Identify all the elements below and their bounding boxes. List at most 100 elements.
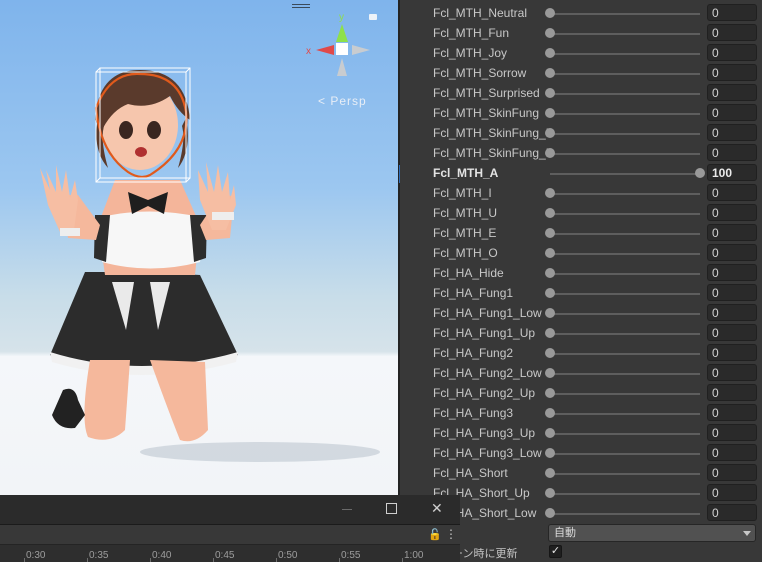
blendshape-value-field[interactable]: 0 xyxy=(707,284,757,301)
timeline-ruler[interactable]: 0:30 0:35 0:40 0:45 0:50 0:55 1:00 xyxy=(0,544,460,562)
blendshape-value-field[interactable]: 0 xyxy=(707,204,757,221)
timeline-tick xyxy=(402,558,403,562)
blendshape-value-field[interactable]: 0 xyxy=(707,84,757,101)
timeline-tick-label: 0:40 xyxy=(152,550,172,561)
maximize-icon[interactable] xyxy=(386,503,397,514)
blendshape-slider[interactable] xyxy=(550,193,700,195)
slider-thumb[interactable] xyxy=(545,308,555,318)
minimize-icon[interactable] xyxy=(342,509,352,510)
blendshape-value-field[interactable]: 0 xyxy=(707,444,757,461)
blendshape-row: Fcl_MTH_SkinFung_R 0 xyxy=(400,143,762,163)
blendshape-slider[interactable] xyxy=(550,293,700,295)
blendshape-row: Fcl_HA_Fung1_Low 0 xyxy=(400,303,762,323)
blendshape-slider[interactable] xyxy=(550,53,700,55)
blendshape-value-field[interactable]: 0 xyxy=(707,224,757,241)
blendshape-row: Fcl_HA_Short 0 xyxy=(400,463,762,483)
slider-thumb[interactable] xyxy=(545,208,555,218)
blendshape-slider[interactable] xyxy=(550,373,700,375)
blendshape-value-field[interactable]: 0 xyxy=(707,424,757,441)
blendshape-slider[interactable] xyxy=(550,33,700,35)
slider-thumb[interactable] xyxy=(545,68,555,78)
update-mode-dropdown[interactable]: 自動 xyxy=(548,524,756,542)
blendshape-value-field[interactable]: 0 xyxy=(707,364,757,381)
blendshape-row: Fcl_HA_Fung3_Up 0 xyxy=(400,423,762,443)
slider-thumb[interactable] xyxy=(545,248,555,258)
blendshape-slider[interactable] xyxy=(550,493,700,495)
blendshape-slider[interactable] xyxy=(550,233,700,235)
blendshape-value-field[interactable]: 0 xyxy=(707,4,757,21)
scene-view[interactable]: y x < Persp xyxy=(0,0,398,495)
blendshape-slider[interactable] xyxy=(550,93,700,95)
blendshape-name: Fcl_MTH_Surprised xyxy=(433,86,540,100)
slider-thumb[interactable] xyxy=(545,508,555,518)
slider-thumb[interactable] xyxy=(545,88,555,98)
blendshape-value-field[interactable]: 0 xyxy=(707,504,757,521)
lock-icon[interactable] xyxy=(369,14,377,20)
kebab-menu-icon[interactable]: ⋮ xyxy=(445,527,457,541)
slider-thumb[interactable] xyxy=(545,388,555,398)
blendshape-value-field[interactable]: 0 xyxy=(707,24,757,41)
blendshape-value-field[interactable]: 0 xyxy=(707,304,757,321)
slider-thumb[interactable] xyxy=(545,428,555,438)
blendshape-slider[interactable] xyxy=(550,433,700,435)
blendshape-slider[interactable] xyxy=(550,313,700,315)
blendshape-slider[interactable] xyxy=(550,333,700,335)
slider-thumb[interactable] xyxy=(545,288,555,298)
slider-thumb[interactable] xyxy=(545,488,555,498)
blendshape-value-field[interactable]: 0 xyxy=(707,184,757,201)
blendshape-value-field[interactable]: 0 xyxy=(707,384,757,401)
blendshape-slider[interactable] xyxy=(550,273,700,275)
blendshape-slider[interactable] xyxy=(550,173,700,175)
blendshape-slider[interactable] xyxy=(550,353,700,355)
blendshape-value-field[interactable]: 0 xyxy=(707,64,757,81)
hamburger-icon[interactable] xyxy=(292,4,310,12)
blendshape-slider[interactable] xyxy=(550,393,700,395)
blendshape-value-field[interactable]: 0 xyxy=(707,324,757,341)
slider-thumb[interactable] xyxy=(545,108,555,118)
blendshape-value-field[interactable]: 0 xyxy=(707,144,757,161)
blendshape-slider[interactable] xyxy=(550,133,700,135)
blendshape-value-field[interactable]: 0 xyxy=(707,464,757,481)
blendshape-value-field[interactable]: 0 xyxy=(707,244,757,261)
orientation-gizmo[interactable]: y x xyxy=(0,0,398,495)
slider-thumb[interactable] xyxy=(545,448,555,458)
slider-thumb[interactable] xyxy=(695,168,705,178)
blendshape-value-field[interactable]: 0 xyxy=(707,44,757,61)
blendshape-slider[interactable] xyxy=(550,113,700,115)
blendshape-value-field[interactable]: 0 xyxy=(707,264,757,281)
slider-thumb[interactable] xyxy=(545,408,555,418)
slider-thumb[interactable] xyxy=(545,468,555,478)
blendshape-slider[interactable] xyxy=(550,453,700,455)
close-icon[interactable]: ✕ xyxy=(431,500,443,517)
blendshape-slider[interactable] xyxy=(550,413,700,415)
slider-thumb[interactable] xyxy=(545,348,555,358)
blendshape-name: Fcl_MTH_Fun xyxy=(433,26,510,40)
blendshape-slider[interactable] xyxy=(550,213,700,215)
slider-thumb[interactable] xyxy=(545,148,555,158)
blendshape-slider[interactable] xyxy=(550,13,700,15)
slider-thumb[interactable] xyxy=(545,368,555,378)
persp-label[interactable]: < Persp xyxy=(318,94,367,108)
update-checkbox[interactable]: ✓ xyxy=(549,545,562,558)
blendshape-value-field[interactable]: 0 xyxy=(707,124,757,141)
blendshape-value-field[interactable]: 0 xyxy=(707,404,757,421)
blendshape-slider[interactable] xyxy=(550,73,700,75)
lock-icon[interactable]: 🔓 xyxy=(428,528,442,541)
blendshape-value-field[interactable]: 0 xyxy=(707,484,757,501)
blendshape-value-field[interactable]: 0 xyxy=(707,104,757,121)
blendshape-slider[interactable] xyxy=(550,473,700,475)
slider-thumb[interactable] xyxy=(545,228,555,238)
slider-thumb[interactable] xyxy=(545,188,555,198)
blendshape-slider[interactable] xyxy=(550,253,700,255)
slider-thumb[interactable] xyxy=(545,8,555,18)
blendshape-value-field[interactable]: 0 xyxy=(707,344,757,361)
blendshape-slider[interactable] xyxy=(550,153,700,155)
slider-thumb[interactable] xyxy=(545,128,555,138)
blendshape-slider[interactable] xyxy=(550,513,700,515)
slider-thumb[interactable] xyxy=(545,268,555,278)
blendshape-value-field[interactable]: 100 xyxy=(707,164,757,181)
window-titlebar[interactable]: ✕ xyxy=(0,495,460,525)
slider-thumb[interactable] xyxy=(545,48,555,58)
slider-thumb[interactable] xyxy=(545,28,555,38)
slider-thumb[interactable] xyxy=(545,328,555,338)
